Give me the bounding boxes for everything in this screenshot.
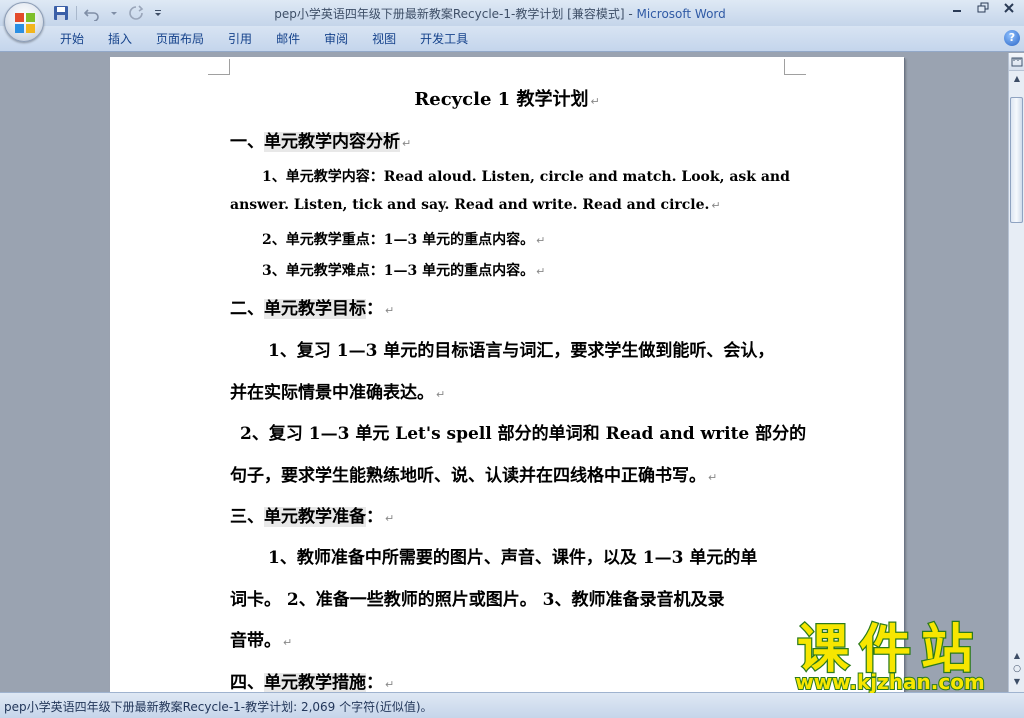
tab-developer[interactable]: 开发工具 (408, 26, 480, 52)
section-heading-2: 二、单元教学目标： ↵ (230, 299, 395, 319)
next-page-button[interactable]: ▼ (1009, 677, 1024, 690)
undo-icon[interactable] (83, 4, 101, 22)
minimize-button[interactable] (948, 2, 966, 18)
section-heading-1: 一、单元教学内容分析 ↵ (230, 132, 412, 152)
tab-page-layout[interactable]: 页面布局 (144, 26, 216, 52)
scroll-up-button[interactable]: ▲ (1009, 71, 1024, 87)
office-logo-icon (15, 13, 35, 33)
previous-page-button[interactable]: ▲ (1009, 651, 1024, 664)
crop-mark-top-left (208, 59, 230, 75)
prep-line2: 词卡。 2、准备一些教师的照片或图片。 3、教师准备录音机及录 (230, 590, 725, 610)
tab-review[interactable]: 审阅 (312, 26, 360, 52)
redo-icon[interactable] (127, 4, 145, 22)
vertical-scrollbar[interactable]: ▲ ▲ ○ ▼ (1008, 53, 1024, 692)
section-heading-4: 四、单元教学措施： ↵ (230, 673, 395, 692)
tab-view[interactable]: 视图 (360, 26, 408, 52)
ribbon-tab-bar: 开始 插入 页面布局 引用 邮件 审阅 视图 开发工具 ? (0, 26, 1024, 52)
scroll-thumb[interactable] (1010, 97, 1023, 223)
save-icon[interactable] (52, 4, 70, 22)
crop-mark-top-right (784, 59, 806, 75)
office-button[interactable] (4, 2, 44, 42)
ruler-icon[interactable] (1009, 53, 1024, 71)
content-item-2: 2、单元教学重点：1—3 单元的重点内容。 ↵ (262, 232, 546, 248)
document-page[interactable]: Recycle 1 教学计划 ↵ 一、单元教学内容分析 ↵ 1、单元教学内容：Rea… (110, 57, 904, 692)
document-title: Recycle 1 教学计划 ↵ (414, 89, 600, 110)
app-name: Microsoft Word (636, 7, 726, 21)
help-button[interactable]: ? (1004, 30, 1020, 46)
browse-object-button[interactable]: ○ (1009, 664, 1024, 677)
ribbon-tabs: 开始 插入 页面布局 引用 邮件 审阅 视图 开发工具 (48, 26, 480, 52)
content-item-3: 3、单元教学难点：1—3 单元的重点内容。 ↵ (262, 263, 546, 279)
close-button[interactable] (1000, 2, 1018, 18)
tab-insert[interactable]: 插入 (96, 26, 144, 52)
tab-mailings[interactable]: 邮件 (264, 26, 312, 52)
prep-line3: 音带。 ↵ (230, 631, 293, 651)
window-controls (948, 2, 1018, 18)
window-title: pep小学英语四年级下册最新教案Recycle-1-教学计划 [兼容模式] - … (220, 5, 780, 22)
customize-icon[interactable] (149, 4, 167, 22)
goal-1-line1: 1、复习 1—3 单元的目标语言与词汇，要求学生做到能听、会认， (268, 341, 775, 361)
status-bar: pep小学英语四年级下册最新教案Recycle-1-教学计划: 2,069 个字… (0, 692, 1024, 718)
content-item-1-line1: 1、单元教学内容：Read aloud. Listen, circle and … (262, 169, 790, 185)
document-name: pep小学英语四年级下册最新教案Recycle-1-教学计划 [兼容模式] - (274, 7, 637, 21)
content-item-1-line2: answer. Listen, tick and say. Read and w… (230, 197, 721, 213)
tab-references[interactable]: 引用 (216, 26, 264, 52)
goal-2-line1: 2、复习 1—3 单元 Let's spell 部分的单词和 Read and … (240, 424, 807, 444)
goal-2-line2: 句子，要求学生能熟练地听、说、认读并在四线格中正确书写。 ↵ (230, 466, 718, 486)
document-workspace: Recycle 1 教学计划 ↵ 一、单元教学内容分析 ↵ 1、单元教学内容：Rea… (0, 53, 1008, 692)
restore-button[interactable] (974, 2, 992, 18)
toolbar-separator (76, 6, 77, 20)
title-bar: pep小学英语四年级下册最新教案Recycle-1-教学计划 [兼容模式] - … (0, 0, 1024, 26)
undo-dropdown-icon[interactable] (105, 4, 123, 22)
status-text: pep小学英语四年级下册最新教案Recycle-1-教学计划: 2,069 个字… (4, 700, 433, 714)
section-heading-3: 三、单元教学准备： ↵ (230, 507, 395, 527)
prep-line1: 1、教师准备中所需要的图片、声音、课件，以及 1—3 单元的单 (268, 548, 758, 568)
goal-1-line2: 并在实际情景中准确表达。 ↵ (230, 383, 446, 403)
tab-home[interactable]: 开始 (48, 26, 96, 52)
paragraph-mark: ↵ (590, 95, 600, 108)
quick-access-toolbar (52, 3, 167, 23)
